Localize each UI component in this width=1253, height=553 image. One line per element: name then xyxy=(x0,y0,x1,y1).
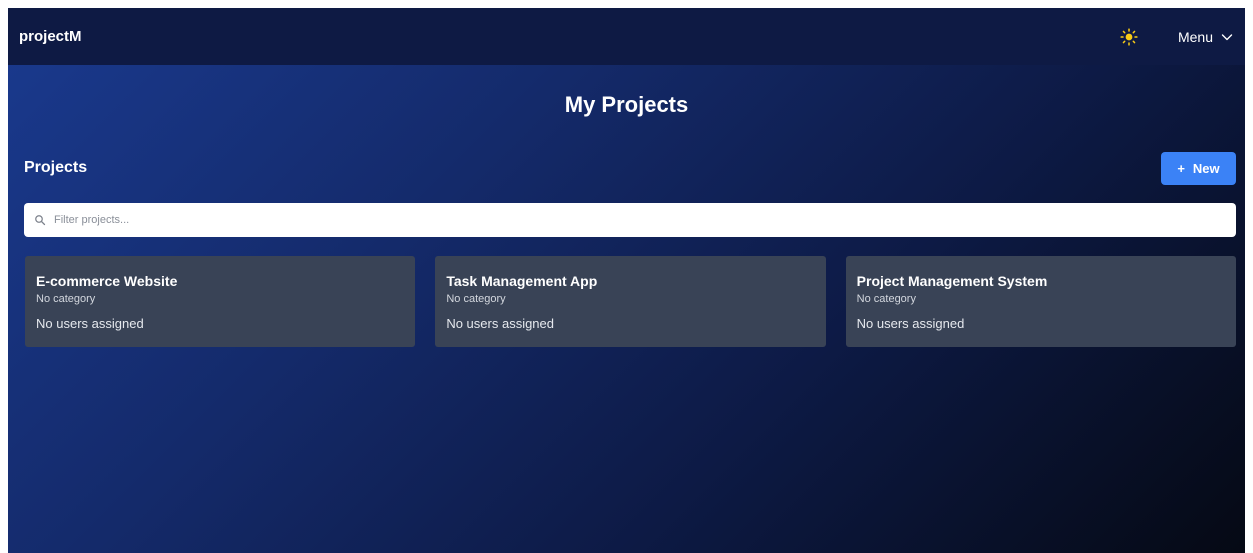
project-card[interactable]: E-commerce Website No category No users … xyxy=(25,256,416,347)
project-category: No category xyxy=(446,293,506,305)
project-users: No users assigned xyxy=(856,316,965,331)
brand-logo[interactable]: projectM xyxy=(19,28,82,45)
new-project-button[interactable]: + New xyxy=(1161,151,1236,185)
project-users: No users assigned xyxy=(36,316,144,331)
new-button-label: New xyxy=(1192,160,1220,176)
page-title: My Projects xyxy=(564,92,689,117)
chevron-down-icon xyxy=(1221,31,1233,43)
plus-icon: + xyxy=(1177,160,1185,176)
top-navbar: projectM Menu xyxy=(8,8,1245,65)
search-input[interactable] xyxy=(52,213,1236,227)
project-card[interactable]: Project Management System No category No… xyxy=(845,256,1236,347)
project-category: No category xyxy=(856,293,916,305)
menu-label: Menu xyxy=(1177,28,1213,45)
search-bar xyxy=(24,203,1236,237)
project-card[interactable]: Task Management App No category No users… xyxy=(435,256,826,347)
project-name: Project Management System xyxy=(856,273,1048,289)
project-name: Task Management App xyxy=(446,273,598,289)
search-icon xyxy=(35,215,46,226)
theme-toggle-button[interactable] xyxy=(1118,26,1140,48)
project-name: E-commerce Website xyxy=(36,273,178,289)
project-list: E-commerce Website No category No users … xyxy=(25,256,1236,347)
sun-icon xyxy=(1120,27,1138,46)
project-category: No category xyxy=(36,293,96,305)
projects-section-header: Projects + New xyxy=(24,151,1236,185)
navbar-actions: Menu xyxy=(1118,26,1233,48)
menu-button[interactable]: Menu xyxy=(1178,29,1233,45)
project-users: No users assigned xyxy=(446,316,554,331)
section-title: Projects xyxy=(24,159,88,176)
app-window: projectM Menu My Projects Projects + New… xyxy=(8,8,1245,553)
